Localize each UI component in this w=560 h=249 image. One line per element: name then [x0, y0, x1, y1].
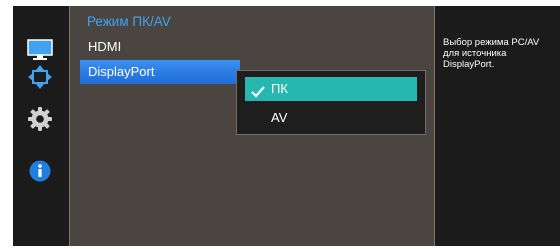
option-pc[interactable]: ПК [245, 77, 417, 101]
help-panel: Выбор режима PC/AV для источника Display… [436, 6, 560, 246]
menu-title: Режим ПК/AV [87, 14, 171, 29]
resize-arrows-icon[interactable] [27, 64, 53, 90]
osd-window: Режим ПК/AV HDMI DisplayPort ПК AV Выбор… [13, 6, 560, 246]
category-rail [13, 6, 68, 246]
mode-dropdown: ПК AV [236, 70, 426, 135]
menu-item-displayport[interactable]: DisplayPort [80, 60, 240, 84]
help-text: Выбор режима PC/AV для источника Display… [443, 37, 540, 70]
option-av[interactable]: AV [245, 106, 417, 130]
gear-icon[interactable] [27, 106, 53, 132]
info-icon[interactable] [27, 158, 53, 184]
checkmark-icon [251, 82, 265, 106]
monitor-icon[interactable] [27, 37, 53, 63]
menu-item-hdmi[interactable]: HDMI [80, 35, 121, 59]
menu-panel: Режим ПК/AV HDMI DisplayPort ПК AV [69, 6, 435, 246]
option-av-label: AV [271, 110, 288, 125]
option-pc-label: ПК [271, 81, 288, 96]
